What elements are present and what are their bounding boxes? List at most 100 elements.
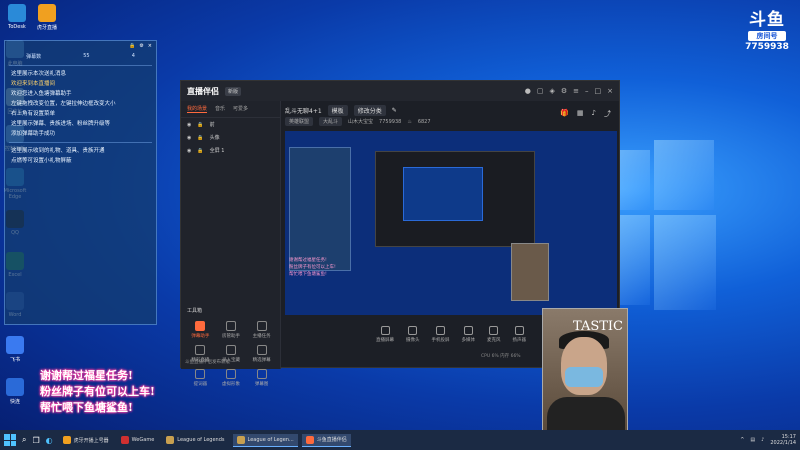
toolbox-item[interactable]: 精选弹幕 [246, 345, 277, 363]
taskbar-app-icon [120, 436, 129, 444]
avatar[interactable]: ● [525, 87, 531, 95]
wallpaper-beam [620, 150, 650, 210]
source-control[interactable]: 摄像头 [406, 325, 420, 343]
toolbox-item[interactable]: 房管助手 [216, 321, 247, 339]
settings-icon[interactable]: ⚙ [561, 87, 567, 95]
source-control[interactable]: 多媒体 [462, 325, 475, 343]
app-titlebar: 直播伴侣 新版 ● ▢ ◈ ⚙ ≡ – □ × [181, 81, 619, 101]
control-icon [489, 325, 499, 335]
room-category[interactable]: 修改分类 [353, 105, 386, 116]
taskbar-app-icon [62, 436, 71, 444]
webcam-overlay: TASTIC [542, 308, 628, 432]
toolbox-item[interactable]: 提词器 [185, 369, 216, 387]
clock-date: 2022/1/14 [770, 440, 796, 446]
eye-icon[interactable]: ◉ [187, 148, 191, 154]
desktop-icon-todesk[interactable]: ToDesk [2, 4, 32, 30]
task-view-icon[interactable]: ❐ [32, 436, 39, 445]
room-tag[interactable]: 模板 [327, 105, 348, 116]
danmaku-chat-panel[interactable]: 🔒 ⚙ × 弹幕数 55 4 这里展示本次送礼消息 欢迎来到本直播间 欢迎您进入鱼塘… [4, 40, 157, 325]
divider [9, 142, 152, 143]
grid-icon[interactable]: ▦ [577, 109, 584, 119]
maximize-icon[interactable]: □ [595, 87, 602, 95]
lock-icon[interactable]: 🔒 [197, 122, 203, 128]
gear-icon[interactable]: ⚙ [139, 43, 143, 49]
edit-icon[interactable]: ✎ [392, 107, 397, 114]
skin-icon[interactable]: ◈ [549, 87, 554, 95]
version-badge[interactable]: 新版 [225, 86, 242, 96]
bell-icon[interactable]: ♪ [592, 109, 596, 119]
taskbar: ⌕ ❐ ◐ 虎牙开播上号器 WeGame League of Legends Leag… [0, 430, 800, 450]
taskbar-app[interactable]: League of Legends [162, 434, 228, 447]
room-actions: 🎁 ▦ ♪ ⤴ [560, 109, 611, 119]
chat-message: 添加弹幕助手成功 [11, 131, 56, 137]
volume-icon[interactable]: ♪ [761, 437, 764, 443]
divider [9, 65, 152, 66]
taskbar-app-icon [305, 435, 314, 444]
announcement-line: 帮忙喂下鱼塘鲨鱼! [40, 401, 133, 414]
update-tip[interactable]: 斗鱼直播伴侣发布新版 [185, 359, 230, 365]
gift-message: 这里展示收到的礼物、道具、贵族开通 [11, 148, 105, 154]
network-icon[interactable]: ▤ [750, 437, 755, 443]
preview-webcam [511, 243, 549, 301]
room-title[interactable]: 乱斗无聊4+1 [285, 106, 322, 115]
tray-arrow-icon[interactable]: ^ [740, 437, 744, 443]
taskbar-app[interactable]: WeGame [117, 434, 159, 447]
room-sub-category[interactable]: 大乱斗 [319, 117, 343, 126]
room-meta-row: 英雄联盟 大乱斗 山木大宝宝 7759938 ♨ 6827 [285, 117, 431, 126]
tab-my-scenes[interactable]: 我的场景 [187, 105, 208, 113]
close-icon[interactable]: × [607, 87, 613, 95]
wallpaper-beam [654, 215, 716, 310]
stream-preview[interactable]: 谢谢帮过福星任务! 粉丝牌子有位可以上车! 帮忙喂下鱼塘鲨鱼! [285, 131, 617, 315]
chat-stats-row: 弹幕数 55 4 [5, 51, 156, 62]
source-control[interactable]: 扬声器 [513, 325, 526, 343]
eye-icon[interactable]: ◉ [187, 135, 191, 141]
taskbar-app-icon [166, 436, 175, 444]
gift-icon[interactable]: 🎁 [560, 109, 569, 119]
eye-icon[interactable]: ◉ [187, 122, 191, 128]
close-icon[interactable]: × [148, 43, 152, 49]
lock-icon[interactable]: 🔒 [197, 148, 203, 154]
taskbar-app[interactable]: 虎牙开播上号器 [59, 434, 113, 447]
toolbox-item[interactable]: 虚拟形象 [216, 369, 247, 387]
hot-icon: ♨ [407, 118, 412, 125]
taskbar-app[interactable]: 斗鱼直播伴侣 [301, 433, 351, 447]
minimize-icon[interactable]: – [585, 87, 589, 95]
chat-message: 欢迎您进入鱼塘弹幕助手 [11, 91, 72, 97]
desktop-icon[interactable]: 飞书 [0, 336, 30, 363]
gift-message: 点燃等可设置小礼物屏蔽 [11, 158, 72, 164]
tab-music[interactable]: 音乐 [215, 105, 225, 113]
lock-icon[interactable]: 🔒 [129, 43, 135, 49]
control-icon [463, 325, 473, 335]
share-icon[interactable]: ⤴ [604, 109, 611, 119]
scene-item[interactable]: ◉ 🔒 头像 [181, 131, 280, 144]
toolbox-item[interactable]: 弹幕图 [246, 369, 277, 387]
scene-item[interactable]: ◉ 🔒 前 [181, 118, 280, 131]
room-number: 7759938 [745, 42, 789, 52]
tool-icon [195, 321, 206, 331]
scene-item[interactable]: ◉ 🔒 全屏 1 [181, 144, 280, 157]
toolbox-title: 工具箱 [187, 308, 203, 314]
menu-icon[interactable]: ≡ [573, 87, 579, 95]
message-icon[interactable]: ▢ [537, 87, 544, 95]
toolbox-item[interactable]: 主播任务 [246, 321, 277, 339]
desktop-icon[interactable]: 快连 [0, 378, 30, 405]
desktop-icon-huya[interactable]: 虎牙直播 [32, 4, 62, 31]
lock-icon[interactable]: 🔒 [197, 135, 203, 141]
room-sub-category[interactable]: 英雄联盟 [285, 117, 314, 126]
windows-start-icon[interactable] [4, 434, 16, 446]
preview-nested-desktop [403, 167, 483, 221]
tool-icon [256, 345, 267, 355]
tool-icon [256, 321, 267, 331]
source-control[interactable]: 手机投屏 [432, 325, 450, 343]
tool-icon [195, 345, 206, 355]
source-control[interactable]: 直播屏幕 [376, 325, 394, 343]
edge-icon[interactable]: ◐ [46, 436, 53, 445]
clock[interactable]: 15:17 2022/1/14 [770, 434, 796, 446]
announcement-line: 谢谢帮过福星任务! [40, 369, 133, 382]
search-icon[interactable]: ⌕ [22, 435, 26, 445]
source-control[interactable]: 麦克风 [487, 325, 501, 343]
taskbar-app[interactable]: League of Legen... [232, 433, 298, 447]
tab-cute[interactable]: 可爱多 [233, 105, 248, 113]
toolbox-item[interactable]: 弹幕助手 [185, 321, 216, 339]
preview-banner-line: 谢谢帮过福星任务! [289, 258, 327, 263]
